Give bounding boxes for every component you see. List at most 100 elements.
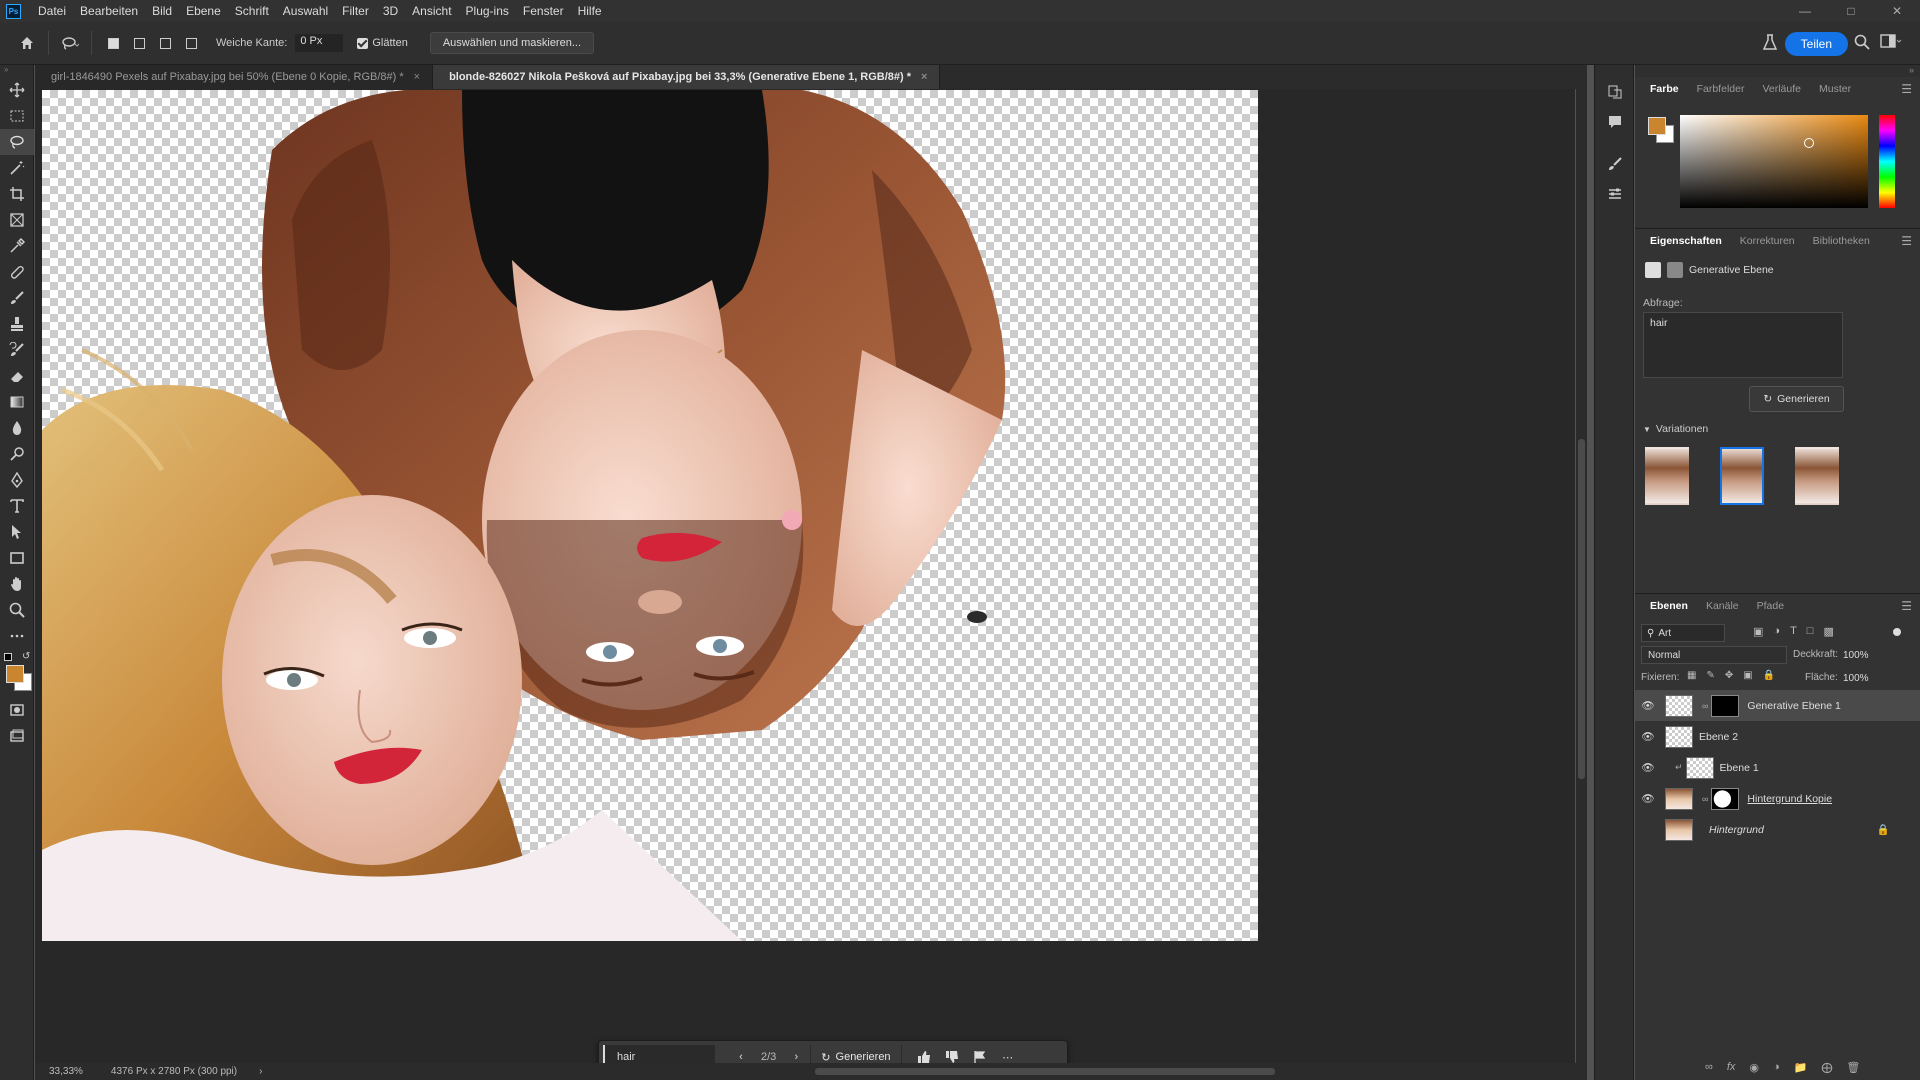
lock-all-icon[interactable]: 🔒	[1763, 670, 1775, 681]
history-brush-tool-icon[interactable]	[0, 337, 34, 363]
maximize-icon[interactable]: □	[1828, 0, 1874, 22]
visibility-eye-icon[interactable]: 👁	[1635, 792, 1661, 805]
lock-transparency-icon[interactable]: ▦	[1687, 670, 1696, 681]
horizontal-scrollbar[interactable]	[815, 1068, 1275, 1075]
visibility-eye-icon[interactable]: 👁	[1635, 699, 1661, 712]
smooth-checkbox[interactable]	[357, 37, 369, 49]
blend-mode-select[interactable]: Normal	[1641, 646, 1787, 664]
eraser-tool-icon[interactable]	[0, 363, 34, 389]
feather-input[interactable]: 0 Px	[295, 34, 344, 52]
marquee-tool-icon[interactable]	[0, 103, 34, 129]
adjustment-layer-icon[interactable]: ◑	[1773, 1061, 1780, 1074]
menu-fenster[interactable]: Fenster	[516, 4, 571, 18]
add-selection-mode-icon[interactable]	[129, 33, 149, 53]
collapse-panels-icon[interactable]: »	[1909, 65, 1914, 75]
hue-slider[interactable]	[1879, 115, 1895, 208]
link-layers-icon[interactable]: ∞	[1705, 1061, 1713, 1074]
status-expand-icon[interactable]: ›	[259, 1066, 262, 1077]
layer-row-ebene-1[interactable]: 👁 ↵ Ebene 1	[1635, 752, 1920, 783]
add-mask-icon[interactable]: ◉	[1749, 1061, 1759, 1074]
tab-pfade[interactable]: Pfade	[1748, 594, 1793, 618]
tab-farbe[interactable]: Farbe	[1641, 77, 1688, 101]
eyedropper-tool-icon[interactable]	[0, 233, 34, 259]
tab-document-girl[interactable]: girl-1846490 Pexels auf Pixabay.jpg bei …	[35, 65, 434, 89]
close-tab-icon[interactable]: ×	[414, 71, 420, 83]
healing-brush-tool-icon[interactable]	[0, 259, 34, 285]
intersect-selection-mode-icon[interactable]	[181, 33, 201, 53]
layer-mask-thumbnail[interactable]	[1711, 694, 1740, 717]
close-icon[interactable]: ✕	[1874, 0, 1920, 22]
workspace-icon[interactable]	[1880, 34, 1902, 51]
menu-schrift[interactable]: Schrift	[228, 4, 276, 18]
type-filter-icon[interactable]: T	[1790, 625, 1797, 638]
close-tab-icon[interactable]: ×	[921, 71, 927, 83]
trash-icon[interactable]: 🗑	[1846, 1061, 1860, 1074]
tab-document-blonde[interactable]: blonde-826027 Nikola Pešková auf Pixabay…	[433, 65, 941, 89]
lasso-tool-icon[interactable]	[0, 129, 34, 155]
share-button[interactable]: Teilen	[1784, 32, 1848, 56]
default-colors-icon[interactable]	[4, 653, 12, 661]
layer-row-hintergrund[interactable]: Hintergrund 🔒	[1635, 814, 1920, 845]
collapse-toolbar-icon[interactable]: »	[0, 65, 33, 77]
screen-mode-icon[interactable]	[0, 723, 34, 749]
layer-name[interactable]: Generative Ebene 1	[1747, 700, 1840, 712]
layer-name[interactable]: Hintergrund Kopie	[1747, 793, 1832, 805]
color-picker-marker[interactable]	[1804, 138, 1814, 148]
brush-tool-icon[interactable]	[0, 285, 34, 311]
blur-tool-icon[interactable]	[0, 415, 34, 441]
minimize-icon[interactable]: —	[1782, 0, 1828, 22]
tab-muster[interactable]: Muster	[1810, 77, 1860, 101]
shape-filter-icon[interactable]: □	[1807, 625, 1814, 638]
tab-korrekturen[interactable]: Korrekturen	[1731, 229, 1804, 253]
menu-filter[interactable]: Filter	[335, 4, 376, 18]
menu-plugins[interactable]: Plug-ins	[459, 4, 516, 18]
layer-row-hintergrund-kopie[interactable]: 👁 ∞ Hintergrund Kopie	[1635, 783, 1920, 814]
menu-bild[interactable]: Bild	[145, 4, 179, 18]
variations-section-header[interactable]: ▼ Variationen	[1643, 423, 1708, 435]
canvas-area[interactable]: hair ‹ 2/3 › ↻ Generieren ⋯	[35, 89, 1575, 1074]
fill-input[interactable]: 100%	[1843, 670, 1877, 686]
move-tool-icon[interactable]	[0, 77, 34, 103]
zoom-level[interactable]: 33,33%	[49, 1066, 83, 1077]
menu-ansicht[interactable]: Ansicht	[405, 4, 458, 18]
menu-auswahl[interactable]: Auswahl	[276, 4, 335, 18]
smart-object-filter-icon[interactable]: ▩	[1823, 625, 1833, 638]
vertical-scrollbar[interactable]	[1576, 89, 1587, 1063]
variation-thumbnail-2[interactable]	[1720, 447, 1764, 505]
lock-position-icon[interactable]: ✥	[1725, 670, 1733, 681]
foreground-color-chip[interactable]	[1648, 117, 1666, 135]
crop-tool-icon[interactable]	[0, 181, 34, 207]
lock-artboard-icon[interactable]: ▣	[1743, 670, 1752, 681]
visibility-eye-icon[interactable]: 👁	[1635, 730, 1661, 743]
query-textarea[interactable]: hair	[1643, 312, 1843, 378]
lock-icon[interactable]: 🔒	[1877, 823, 1890, 836]
variation-thumbnail-3[interactable]	[1795, 447, 1839, 505]
search-icon[interactable]	[1854, 34, 1870, 53]
adjustments-panel-icon[interactable]	[1595, 179, 1635, 209]
magic-wand-tool-icon[interactable]	[0, 155, 34, 181]
brushes-panel-icon[interactable]	[1595, 149, 1635, 179]
swap-colors-icon[interactable]: ↺	[22, 651, 30, 662]
comments-panel-icon[interactable]	[1595, 107, 1635, 137]
tab-eigenschaften[interactable]: Eigenschaften	[1641, 229, 1731, 253]
gradient-tool-icon[interactable]	[0, 389, 34, 415]
new-group-icon[interactable]: 📁	[1794, 1061, 1808, 1074]
select-and-mask-button[interactable]: Auswählen und maskieren...	[429, 32, 594, 54]
stamp-tool-icon[interactable]	[0, 311, 34, 337]
layer-name[interactable]: Hintergrund	[1709, 824, 1764, 836]
layer-name[interactable]: Ebene 1	[1720, 762, 1759, 774]
menu-3d[interactable]: 3D	[376, 4, 405, 18]
menu-ebene[interactable]: Ebene	[179, 4, 228, 18]
vertical-scroll-thumb[interactable]	[1578, 439, 1585, 779]
panel-menu-icon[interactable]: ☰	[1901, 82, 1912, 96]
tab-kanaele[interactable]: Kanäle	[1697, 594, 1748, 618]
layer-row-generative-ebene-1[interactable]: 👁 ∞ Generative Ebene 1	[1635, 690, 1920, 721]
saturation-brightness-field[interactable]	[1680, 115, 1868, 208]
opacity-input[interactable]: 100%	[1843, 647, 1877, 663]
new-selection-mode-icon[interactable]	[103, 33, 123, 53]
variation-thumbnail-1[interactable]	[1645, 447, 1689, 505]
menu-bearbeiten[interactable]: Bearbeiten	[73, 4, 145, 18]
document-canvas[interactable]	[42, 90, 1258, 941]
image-filter-icon[interactable]: ▣	[1753, 625, 1763, 638]
frame-tool-icon[interactable]	[0, 207, 34, 233]
